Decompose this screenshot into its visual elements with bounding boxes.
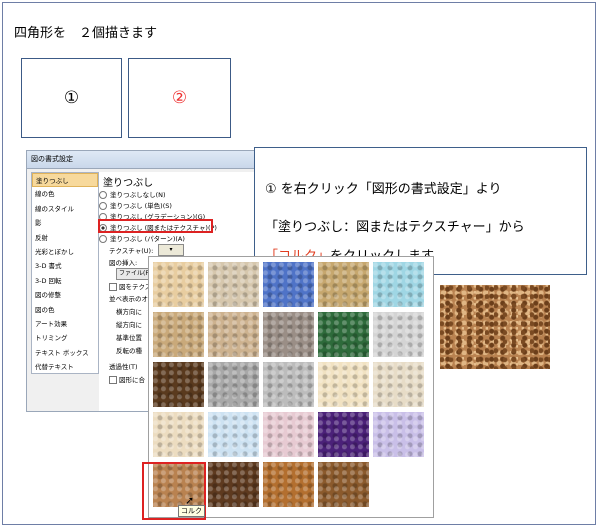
fill-option-label: 塗りつぶしなし(N) xyxy=(110,191,166,199)
page-heading: 四角形を ２個描きます xyxy=(14,26,158,41)
offset-y-label: 縦方向に xyxy=(116,321,142,329)
texture-tile-texture-24[interactable] xyxy=(318,462,369,507)
texture-tile-texture-14[interactable] xyxy=(318,362,369,407)
texture-tile-texture-22[interactable] xyxy=(208,462,259,507)
radio-icon xyxy=(99,202,107,210)
texture-tile-texture-12[interactable] xyxy=(208,362,259,407)
category-fill[interactable]: 塗りつぶし xyxy=(32,173,98,188)
texture-tile-texture-13[interactable] xyxy=(263,362,314,407)
checkbox-icon xyxy=(109,376,117,384)
rectangle-2-label: ② xyxy=(171,88,188,108)
instruction-line-2: 「塗りつぶし：図またはテクスチャー」から xyxy=(265,220,525,235)
dialog-title: 図の書式設定 xyxy=(27,151,290,169)
radio-icon xyxy=(99,235,107,243)
category-line-color[interactable]: 線の色 xyxy=(32,187,98,201)
texture-tile-texture-20[interactable] xyxy=(373,412,424,457)
rotate-checkbox[interactable]: 図形に合 xyxy=(109,374,145,384)
category-artistic-effects[interactable]: アート効果 xyxy=(32,317,98,331)
tile-checkbox[interactable]: 図をテクス xyxy=(109,281,151,291)
insert-label: 図の挿入: xyxy=(109,259,138,267)
category-text-box[interactable]: テキスト ボックス xyxy=(32,346,98,360)
align-label: 基準位置 xyxy=(116,334,142,342)
category-line-style[interactable]: 線のスタイル xyxy=(32,202,98,216)
mirror-label: 反転の種 xyxy=(116,347,142,355)
rectangle-2[interactable]: ② xyxy=(128,58,231,138)
texture-tile-texture-1[interactable] xyxy=(153,262,204,307)
category-picture-corrections[interactable]: 図の修整 xyxy=(32,288,98,302)
texture-tile-texture-16[interactable] xyxy=(153,412,204,457)
fill-option-label: 塗りつぶし (パターン)(A) xyxy=(110,235,185,243)
category-shadow[interactable]: 影 xyxy=(32,216,98,230)
texture-tile-texture-2[interactable] xyxy=(208,262,259,307)
category-alt-text[interactable]: 代替テキスト xyxy=(32,360,98,374)
option-highlight-box xyxy=(98,219,213,233)
category-picture-color[interactable]: 図の色 xyxy=(32,303,98,317)
transparency-label: 透過性(T) xyxy=(109,363,138,371)
texture-tile-texture-11[interactable] xyxy=(153,362,204,407)
checkbox-icon xyxy=(109,283,117,291)
tile-checkbox-label: 図をテクス xyxy=(119,283,152,291)
category-3d-format[interactable]: 3-D 書式 xyxy=(32,259,98,273)
texture-tile-texture-8[interactable] xyxy=(263,312,314,357)
texture-label: テクスチャ(U): xyxy=(109,247,154,255)
category-reflection[interactable]: 反射 xyxy=(32,231,98,245)
radio-icon xyxy=(99,191,107,199)
texture-tile-texture-19[interactable] xyxy=(318,412,369,457)
texture-tile-texture-6[interactable] xyxy=(153,312,204,357)
texture-tile-texture-17[interactable] xyxy=(208,412,259,457)
cork-texture-sample xyxy=(440,285,550,369)
texture-tile-texture-3[interactable] xyxy=(263,262,314,307)
tile-options-label: 並べ表示のオ xyxy=(109,295,148,303)
texture-tile-texture-9[interactable] xyxy=(318,312,369,357)
cork-tooltip: コルク xyxy=(178,505,205,517)
rectangle-1[interactable]: ① xyxy=(21,58,122,138)
texture-tile-texture-15[interactable] xyxy=(373,362,424,407)
category-3d-rotation[interactable]: 3-D 回転 xyxy=(32,274,98,288)
texture-tile-texture-18[interactable] xyxy=(263,412,314,457)
texture-dropdown-button[interactable]: ▾ xyxy=(158,244,184,256)
offset-x-label: 横方向に xyxy=(116,308,142,316)
texture-tile-texture-5[interactable] xyxy=(373,262,424,307)
texture-tile-texture-4[interactable] xyxy=(318,262,369,307)
texture-tile-texture-7[interactable] xyxy=(208,312,259,357)
category-list: 塗りつぶし 線の色 線のスタイル 影 反射 光彩とぼかし 3-D 書式 3-D … xyxy=(31,172,99,374)
instruction-line-1: ① を右クリック「図形の書式設定」より xyxy=(265,182,502,197)
texture-tile-texture-10[interactable] xyxy=(373,312,424,357)
rotate-checkbox-label: 図形に合 xyxy=(119,376,145,384)
panel-heading: 塗りつぶし xyxy=(103,178,154,189)
fill-option-label: 塗りつぶし (単色)(S) xyxy=(110,202,172,210)
texture-tile-texture-23[interactable] xyxy=(263,462,314,507)
category-crop[interactable]: トリミング xyxy=(32,331,98,345)
rectangle-1-label: ① xyxy=(63,88,80,108)
category-glow[interactable]: 光彩とぼかし xyxy=(32,245,98,259)
